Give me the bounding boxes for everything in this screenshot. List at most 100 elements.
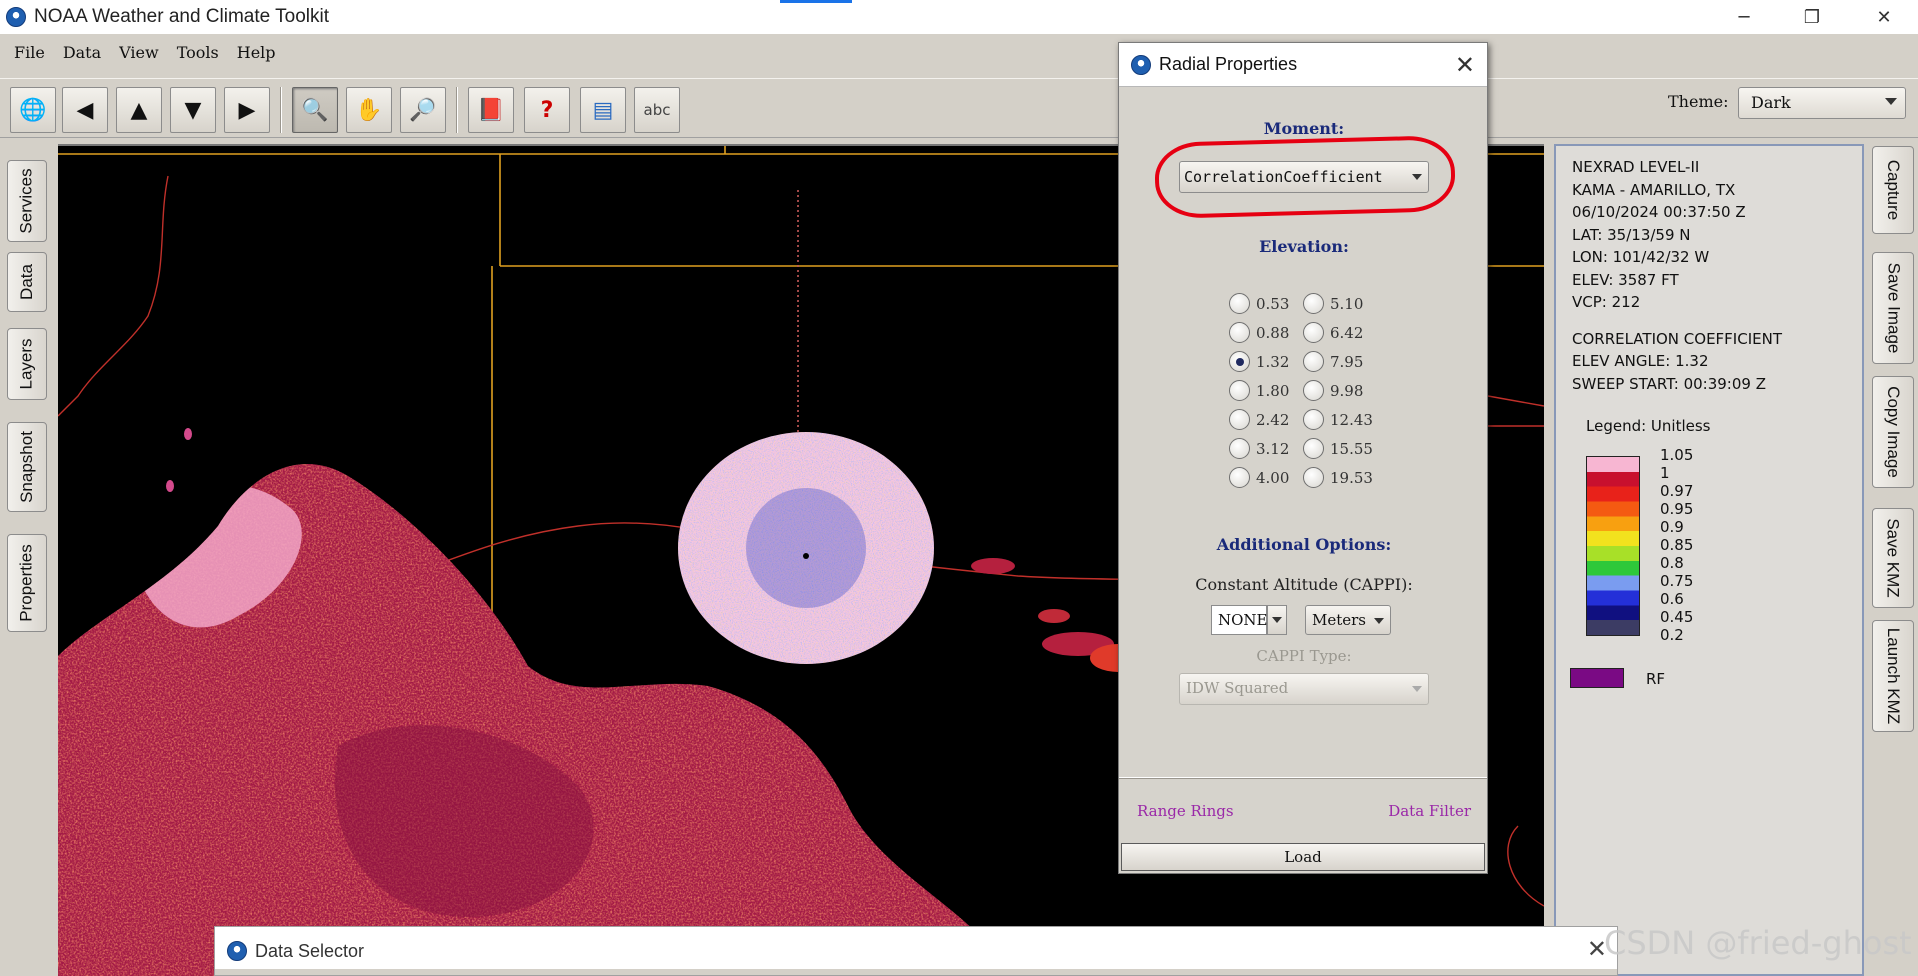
toolbar: 🌐 ◀ ▲ ▼ ▶ 🔍 ✋ 🔎 📕 ? ▤ abc [0,78,1918,138]
menu-bar: File Data View Tools Help [0,36,1918,68]
legend-label: 0.8 [1660,553,1684,572]
tab-copy-image-label: Copy Image [1884,386,1904,478]
elevation-option[interactable]: 3.12 [1229,438,1289,459]
zoom-out-icon: 🔎 [409,97,437,123]
data-selector-tab-strip [215,969,1617,975]
tab-properties[interactable]: Properties [7,534,47,632]
minimize-button[interactable]: ─ [1710,0,1778,34]
layers-image-icon: ▤ [592,97,614,123]
tab-data[interactable]: Data [7,252,47,312]
identify-button[interactable]: ? [524,87,570,133]
elevation-option[interactable]: 19.53 [1303,467,1373,488]
noaa-logo-icon [1131,54,1151,75]
legend-title: Legend: Unitless [1586,417,1711,435]
radar-site-echo [678,432,934,664]
elevation-value: 0.88 [1256,323,1290,342]
bookmark-button[interactable]: 📕 [468,87,514,133]
data-selector-title: Data Selector [255,940,365,961]
rf-swatch [1570,668,1624,688]
tab-launch-kmz[interactable]: Launch KMZ [1872,620,1914,732]
pan-hand-icon: ✋ [355,97,383,123]
info-line: LON: 101/42/32 W [1572,248,1710,266]
pan-down-button[interactable]: ▼ [170,87,216,133]
tab-snapshot[interactable]: Snapshot [7,422,47,512]
elevation-radio[interactable] [1229,351,1250,372]
elevation-value: 3.12 [1256,439,1290,458]
elevation-option[interactable]: 2.42 [1229,409,1289,430]
elevation-radio[interactable] [1229,380,1250,401]
menu-data[interactable]: Data [63,43,101,62]
elevation-value: 0.53 [1256,294,1290,313]
elevation-option[interactable]: 12.43 [1303,409,1373,430]
tab-layers-label: Layers [17,338,36,390]
theme-label: Theme: [1668,92,1729,111]
tab-layers[interactable]: Layers [7,328,47,400]
elevation-radio[interactable] [1229,322,1250,343]
elevation-radio[interactable] [1229,467,1250,488]
arrow-down-icon: ▼ [184,97,202,123]
zoom-in-button[interactable]: 🔍 [292,87,338,133]
elevation-value: 9.98 [1330,381,1364,400]
menu-file[interactable]: File [14,43,45,62]
pan-hand-button[interactable]: ✋ [346,87,392,133]
pan-left-button[interactable]: ◀ [62,87,108,133]
bookmark-icon: 📕 [477,97,505,123]
elevation-radio[interactable] [1303,409,1324,430]
highlight-annotation [1154,135,1456,219]
elevation-radio[interactable] [1303,351,1324,372]
elevation-radio[interactable] [1303,322,1324,343]
elevation-option[interactable]: 9.98 [1303,380,1363,401]
title-bar: NOAA Weather and Climate Toolkit ─ ❐ ✕ [0,0,1918,34]
elevation-option[interactable]: 4.00 [1229,467,1289,488]
label-button[interactable]: abc [634,87,680,133]
menu-view[interactable]: View [119,43,159,62]
tab-save-kmz[interactable]: Save KMZ [1872,508,1914,608]
elevation-option[interactable]: 6.42 [1303,322,1363,343]
tab-copy-image[interactable]: Copy Image [1872,376,1914,488]
cappi-unit-select[interactable]: Meters [1305,605,1391,635]
elevation-value: 15.55 [1330,439,1373,458]
cappi-label: Constant Altitude (CAPPI): [1195,575,1413,594]
tab-capture[interactable]: Capture [1872,146,1914,234]
dialog-close-button[interactable]: ✕ [1455,51,1475,79]
restore-button[interactable]: ❐ [1778,0,1846,34]
elevation-option[interactable]: 0.88 [1229,322,1289,343]
elevation-radio[interactable] [1229,438,1250,459]
elevation-radio[interactable] [1303,380,1324,401]
elevation-option[interactable]: 1.32 [1229,351,1289,372]
elevation-option[interactable]: 7.95 [1303,351,1363,372]
elevation-radio[interactable] [1303,293,1324,314]
elevation-value: 12.43 [1330,410,1373,429]
info-line: CORRELATION COEFFICIENT [1572,329,1782,348]
elevation-option[interactable]: 5.10 [1303,293,1363,314]
zoom-out-button[interactable]: 🔎 [400,87,446,133]
globe-search-button[interactable]: 🌐 [10,87,56,133]
cappi-unit-value: Meters [1312,611,1367,629]
layers-image-button[interactable]: ▤ [580,87,626,133]
chevron-down-icon [1374,618,1384,624]
pan-right-button[interactable]: ▶ [224,87,270,133]
range-rings-link[interactable]: Range Rings [1137,802,1234,820]
elevation-option[interactable]: 15.55 [1303,438,1373,459]
legend-label: 0.6 [1660,589,1684,608]
elevation-option[interactable]: 0.53 [1229,293,1289,314]
tab-save-image[interactable]: Save Image [1872,252,1914,364]
data-filter-link[interactable]: Data Filter [1388,802,1471,820]
cappi-altitude-dropdown-button[interactable] [1267,605,1287,635]
tab-launch-kmz-label: Launch KMZ [1884,627,1904,725]
pan-up-button[interactable]: ▲ [116,87,162,133]
close-window-button[interactable]: ✕ [1850,0,1918,34]
elevation-radio[interactable] [1303,438,1324,459]
menu-tools[interactable]: Tools [177,43,219,62]
elevation-option[interactable]: 1.80 [1229,380,1289,401]
theme-select[interactable]: Dark [1738,87,1906,119]
elevation-radio[interactable] [1303,467,1324,488]
tab-services[interactable]: Services [7,160,47,242]
elevation-radio[interactable] [1229,409,1250,430]
menu-help[interactable]: Help [237,43,276,62]
elevation-radio[interactable] [1229,293,1250,314]
dialog-divider [1119,777,1487,779]
cappi-type-select[interactable]: IDW Squared [1179,673,1429,705]
cappi-altitude-select[interactable]: NONE [1211,605,1268,635]
load-button[interactable]: Load [1121,843,1485,871]
